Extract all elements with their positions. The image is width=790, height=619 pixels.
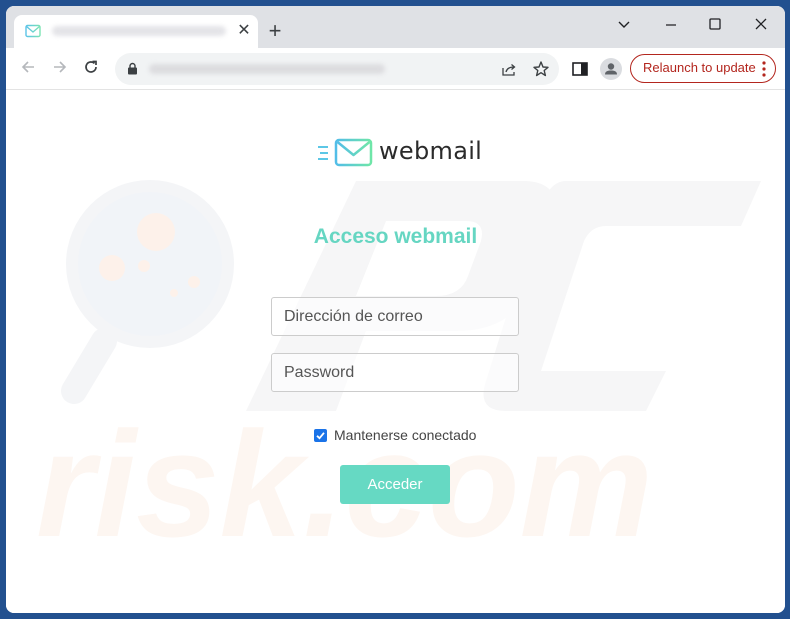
close-window-button[interactable] (745, 12, 777, 40)
browser-tab[interactable]: ✕ (14, 15, 258, 48)
maximize-icon (709, 18, 721, 30)
share-icon[interactable] (499, 59, 519, 79)
toolbar: Relaunch to update (6, 48, 785, 90)
chevron-down-icon (618, 21, 630, 28)
tab-search-button[interactable] (608, 12, 640, 40)
remember-me[interactable]: Mantenerse conectado (314, 427, 476, 443)
new-tab-button[interactable]: + (264, 20, 286, 42)
tab-title (52, 26, 226, 36)
arrow-right-icon (54, 61, 67, 73)
lock-icon[interactable] (127, 62, 138, 75)
side-panel-icon[interactable] (570, 59, 590, 79)
tab-strip: ✕ + (6, 6, 785, 48)
logo-text: webmail (379, 137, 483, 165)
reload-button[interactable] (79, 57, 103, 81)
watermark: risk.com (36, 180, 761, 568)
email-field[interactable] (271, 297, 519, 336)
login-submit-button[interactable]: Acceder (340, 465, 450, 504)
checkmark-icon (316, 431, 325, 440)
browser-window: ✕ + Relaunch to update risk.com webmail … (6, 6, 785, 613)
forward-button[interactable] (48, 57, 72, 81)
minimize-icon (666, 24, 676, 26)
watermark-magnifier-icon (61, 180, 234, 404)
relaunch-to-update-button[interactable]: Relaunch to update (630, 54, 776, 83)
address-bar[interactable] (115, 53, 559, 85)
envelope-icon (25, 24, 41, 38)
maximize-button[interactable] (699, 12, 731, 40)
bookmark-star-icon[interactable] (531, 59, 551, 79)
envelope-icon (318, 138, 373, 167)
arrow-left-icon (21, 61, 34, 73)
profile-avatar-icon[interactable] (600, 58, 622, 80)
more-menu-icon[interactable] (762, 61, 766, 77)
tab-close-icon[interactable]: ✕ (234, 21, 254, 41)
close-icon (755, 18, 767, 30)
remember-checkbox[interactable] (314, 428, 327, 442)
back-button[interactable] (16, 57, 40, 81)
relaunch-label: Relaunch to update (643, 60, 756, 75)
webmail-logo: webmail (316, 136, 482, 168)
reload-icon (85, 60, 97, 73)
minimize-button[interactable] (655, 12, 687, 40)
watermark-letter-c (483, 181, 761, 411)
password-field[interactable] (271, 353, 519, 392)
page-title: Acceso webmail (313, 225, 478, 248)
url-text[interactable] (149, 64, 385, 74)
page-content: risk.com webmail Acceso webmail Mantener… (6, 91, 785, 613)
remember-label: Mantenerse conectado (334, 427, 477, 443)
